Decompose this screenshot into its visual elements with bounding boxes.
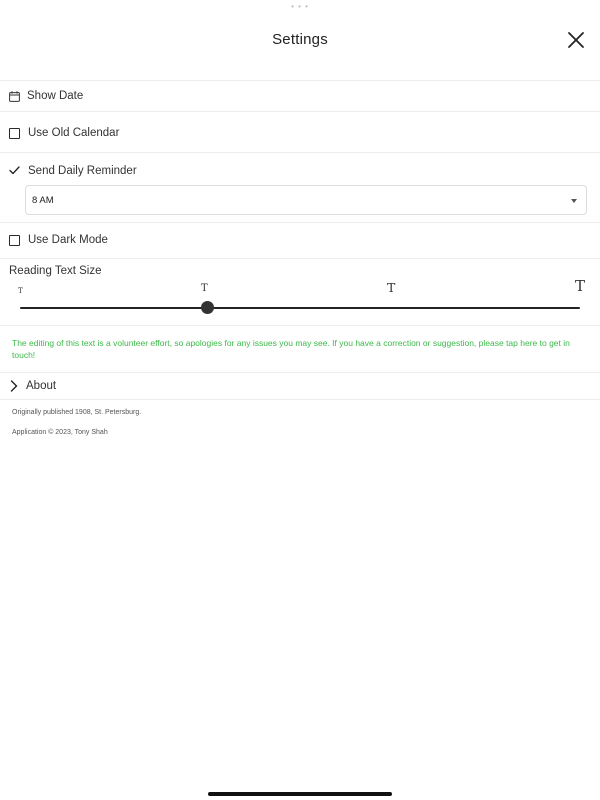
use-dark-mode-label: Use Dark Mode [28,234,108,246]
text-size-medium-glyph: T [387,280,396,295]
close-button[interactable] [566,30,586,50]
reminder-time-select[interactable]: 8 AM [25,185,587,215]
divider [0,372,600,373]
use-old-calendar-label: Use Old Calendar [28,127,120,139]
slider-track [20,307,580,309]
divider [0,258,600,259]
caret-down-icon [571,199,577,203]
use-dark-mode-checkbox[interactable] [9,235,20,246]
close-icon [568,32,584,48]
header: Settings [0,0,600,80]
settings-page: • • • Settings Show Date Use Old Calenda… [0,0,600,800]
divider [0,222,600,223]
reading-text-size-label: Reading Text Size [9,265,102,277]
checkmark-icon[interactable] [9,165,20,176]
use-old-calendar-checkbox[interactable] [9,128,20,139]
divider [0,152,600,153]
divider [0,111,600,112]
copyright-info: Application © 2023, Tony Shah [12,429,108,436]
published-info: Originally published 1908, St. Petersbur… [12,409,142,416]
text-size-large-glyph: T [575,277,586,295]
send-daily-reminder-label: Send Daily Reminder [28,165,137,177]
text-size-slider[interactable] [20,298,580,318]
reminder-time-value: 8 AM [32,195,54,206]
show-date-label: Show Date [27,90,84,102]
about-label: About [26,380,57,392]
text-size-small-glyph: T [201,283,208,294]
chevron-right-icon [10,380,18,392]
feedback-notice-link[interactable]: The editing of this text is a volunteer … [12,337,592,361]
text-size-smallest-glyph: T [18,287,23,295]
page-title: Settings [272,31,328,48]
divider [0,399,600,400]
home-indicator[interactable] [208,792,392,796]
calendar-icon [9,91,20,102]
divider [0,325,600,326]
divider [0,80,600,81]
slider-thumb[interactable] [200,301,214,314]
